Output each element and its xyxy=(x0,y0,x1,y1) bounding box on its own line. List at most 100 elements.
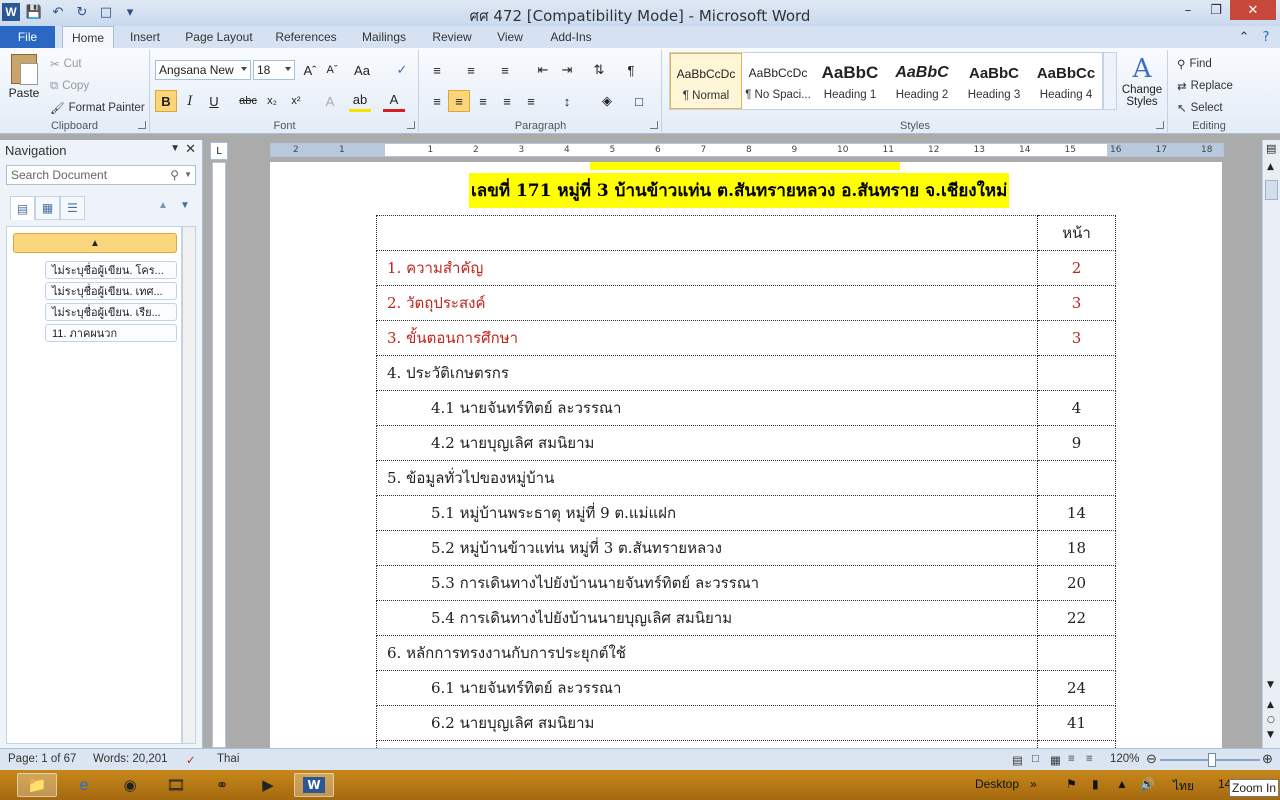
decrease-indent-icon[interactable]: ⇤ xyxy=(532,59,554,81)
scrollbar-thumb[interactable] xyxy=(1265,180,1278,200)
word-taskbar-icon[interactable]: W xyxy=(294,773,334,797)
word-count[interactable]: Words: 20,201 xyxy=(93,753,168,765)
find-button[interactable]: ⚲ Find xyxy=(1177,54,1212,74)
internet-explorer-icon[interactable]: e xyxy=(64,773,104,797)
subscript-button[interactable]: x₂ xyxy=(261,90,283,112)
browse-pages-icon[interactable]: ▦ xyxy=(35,196,60,220)
nav-heading-item[interactable]: ไม่ระบุชื่อผู้เขียน. เทศ... xyxy=(45,282,177,300)
full-screen-view-icon[interactable]: □ xyxy=(1032,753,1039,765)
nav-heading-item[interactable]: ไม่ระบุชื่อผู้เขียน. เรีย... xyxy=(45,303,177,321)
multilevel-list-icon[interactable]: ≡ xyxy=(494,59,516,81)
scroll-up-icon[interactable]: ▲ xyxy=(1267,162,1274,172)
numbering-icon[interactable]: ≡ xyxy=(460,59,482,81)
video-player-icon[interactable]: ▶ xyxy=(248,773,288,797)
tab-add-ins[interactable]: Add-Ins xyxy=(542,26,600,48)
line-spacing-icon[interactable]: ↕ xyxy=(556,90,578,112)
nav-heading-item[interactable]: 11. ภาคผนวก xyxy=(45,324,177,342)
document-area[interactable]: เลขที่ 171 หมู่ที่ 3 บ้านข้าวแท่น ต.สันท… xyxy=(228,162,1262,748)
show-formatting-icon[interactable]: ¶ xyxy=(620,59,642,81)
tab-selector[interactable]: L xyxy=(210,142,228,160)
proofing-icon[interactable]: ✓ xyxy=(186,753,196,767)
ruler-toggle-icon[interactable]: ▤ xyxy=(1266,142,1276,155)
styles-gallery-scroll[interactable] xyxy=(1103,52,1117,110)
pane-options-icon[interactable]: ▼ xyxy=(170,143,180,154)
chrome-icon[interactable]: ◉ xyxy=(110,773,150,797)
language-indicator[interactable]: Thai xyxy=(217,753,239,765)
align-left-icon[interactable]: ≡ xyxy=(426,90,448,112)
style-heading-3[interactable]: AaBbC Heading 3 xyxy=(958,53,1030,109)
zoom-out-icon[interactable]: ⊖ xyxy=(1146,751,1157,767)
copy-button[interactable]: ⧉ Copy xyxy=(50,76,89,96)
borders-icon[interactable]: □ xyxy=(628,90,650,112)
restore-icon[interactable]: ❐ xyxy=(1202,0,1230,20)
increase-indent-icon[interactable]: ⇥ xyxy=(556,59,578,81)
superscript-button[interactable]: x² xyxy=(285,90,307,112)
shading-icon[interactable]: ◈ xyxy=(596,90,618,112)
change-styles-button[interactable]: A Change Styles xyxy=(1120,54,1164,108)
style-normal[interactable]: AaBbCcDc ¶ Normal xyxy=(670,53,742,109)
signal-icon[interactable]: ▲ xyxy=(1116,777,1128,791)
font-size-combo[interactable]: 18 xyxy=(253,60,295,80)
change-case-icon[interactable]: Aa xyxy=(351,59,373,81)
zoom-level[interactable]: 120% xyxy=(1110,753,1139,765)
close-pane-icon[interactable]: ✕ xyxy=(185,141,196,157)
volume-icon[interactable]: 🔊 xyxy=(1140,777,1155,791)
highlight-icon[interactable]: ab xyxy=(349,90,371,112)
font-name-combo[interactable]: Angsana New xyxy=(155,60,251,80)
browse-results-icon[interactable]: ☰ xyxy=(60,196,85,220)
file-explorer-icon[interactable]: 📁 xyxy=(17,773,57,797)
format-painter-button[interactable]: 🖌 Format Painter xyxy=(50,98,145,118)
select-browse-object-icon[interactable]: ○ xyxy=(1267,715,1275,725)
vertical-scrollbar[interactable]: ▤ ▲ ▼ ▲ ○ ▼ xyxy=(1262,140,1280,748)
minimize-icon[interactable]: – xyxy=(1174,0,1202,20)
close-icon[interactable]: ✕ xyxy=(1230,0,1276,20)
tab-file[interactable]: File xyxy=(0,26,55,48)
strikethrough-button[interactable]: abc xyxy=(237,90,259,112)
next-page-icon[interactable]: ▼ xyxy=(1267,730,1274,740)
action-center-icon[interactable]: ⚑ xyxy=(1066,777,1077,791)
sort-icon[interactable]: ⇅ xyxy=(588,59,610,81)
font-launcher-icon[interactable] xyxy=(407,121,415,129)
media-player-icon[interactable]: 🎞 xyxy=(156,773,196,797)
select-button[interactable]: ↖ Select xyxy=(1177,98,1223,118)
paragraph-launcher-icon[interactable] xyxy=(650,121,658,129)
distributed-icon[interactable]: ≡ xyxy=(520,90,542,112)
search-dropdown-icon[interactable]: ▼ xyxy=(184,170,192,179)
clear-formatting-icon[interactable]: ✓ xyxy=(391,59,413,81)
search-icon[interactable]: ⚲ xyxy=(170,168,179,182)
browse-headings-icon[interactable]: ▤ xyxy=(10,196,35,220)
current-heading-item[interactable]: ▲ xyxy=(13,233,177,253)
tab-view[interactable]: View xyxy=(490,26,530,48)
nav-heading-item[interactable]: ไม่ระบุชื่อผู้เขียน. โคร... xyxy=(45,261,177,279)
document-page[interactable]: เลขที่ 171 หมู่ที่ 3 บ้านข้าวแท่น ต.สันท… xyxy=(270,162,1222,748)
style-heading-2[interactable]: AaBbC Heading 2 xyxy=(886,53,958,109)
italic-button[interactable]: I xyxy=(179,90,201,112)
web-layout-view-icon[interactable]: ▦ xyxy=(1050,753,1061,767)
tab-mailings[interactable]: Mailings xyxy=(354,26,414,48)
style-heading-4[interactable]: AaBbCc Heading 4 xyxy=(1030,53,1102,109)
shrink-font-icon[interactable]: Aˇ xyxy=(321,59,343,81)
tab-insert[interactable]: Insert xyxy=(122,26,168,48)
previous-heading-icon[interactable]: ▲ xyxy=(158,200,168,211)
navigation-scrollbar[interactable] xyxy=(182,226,196,744)
tab-references[interactable]: References xyxy=(270,26,342,48)
tab-home[interactable]: Home xyxy=(62,26,114,48)
tab-review[interactable]: Review xyxy=(426,26,478,48)
paste-button[interactable]: Paste xyxy=(4,52,44,110)
zoom-in-icon[interactable]: ⊕ xyxy=(1262,751,1273,767)
page-count[interactable]: Page: 1 of 67 xyxy=(8,753,76,765)
text-effects-icon[interactable]: A xyxy=(319,90,341,112)
font-color-icon[interactable]: A xyxy=(383,90,405,112)
style-heading-1[interactable]: AaBbC Heading 1 xyxy=(814,53,886,109)
previous-page-icon[interactable]: ▲ xyxy=(1267,700,1274,710)
draft-view-icon[interactable]: ≡ xyxy=(1086,753,1093,765)
justify-icon[interactable]: ≡ xyxy=(496,90,518,112)
horizontal-ruler[interactable]: 2 1 1 2 3 4 5 6 7 8 9 10 11 12 13 14 15 16 17 18 xyxy=(270,143,1224,157)
styles-launcher-icon[interactable] xyxy=(1156,121,1164,129)
cut-button[interactable]: ✂ Cut xyxy=(50,54,82,74)
network-icon[interactable]: ⚭ xyxy=(202,773,242,797)
align-right-icon[interactable]: ≡ xyxy=(472,90,494,112)
search-document-input[interactable]: Search Document ⚲ ▼ xyxy=(6,165,196,185)
scroll-down-icon[interactable]: ▼ xyxy=(1267,680,1274,690)
style-no-spacing[interactable]: AaBbCcDc ¶ No Spaci... xyxy=(742,53,814,109)
